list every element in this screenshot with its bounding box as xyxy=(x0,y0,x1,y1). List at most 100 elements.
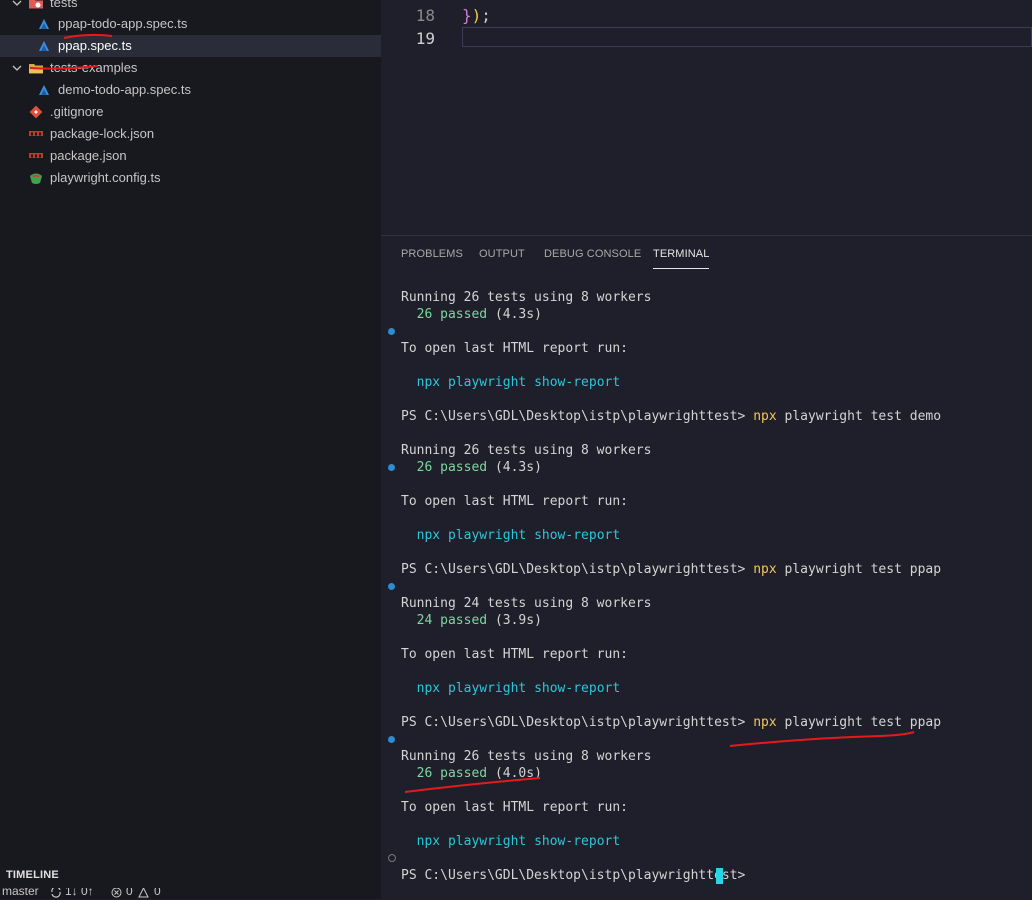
cmd-npx: npx xyxy=(416,375,441,390)
cmd-args: playwright test ppap xyxy=(784,715,942,730)
warning-count[interactable]: 0 xyxy=(154,888,161,898)
tab-terminal[interactable]: TERMINAL xyxy=(653,248,710,269)
command-decoration-dot[interactable] xyxy=(388,464,395,471)
terminal-line: npx playwright show-report xyxy=(401,680,621,697)
error-icon[interactable] xyxy=(111,888,122,898)
chevron-down-icon xyxy=(12,65,22,71)
tree-item-label: demo-todo-app.spec.ts xyxy=(58,82,191,97)
tree-item-label: playwright.config.ts xyxy=(50,170,161,185)
command-decoration-dot[interactable] xyxy=(388,583,395,590)
command-decoration-dot-empty[interactable] xyxy=(388,854,396,862)
prompt: PS C:\Users\GDL\Desktop\istp\playwrightt… xyxy=(401,715,746,730)
timeline-section-header[interactable]: TIMELINE xyxy=(0,866,381,884)
playwright-test-file-icon xyxy=(39,85,49,95)
branch-name[interactable]: master xyxy=(2,888,39,898)
terminal-line: 24 passed (3.9s) xyxy=(401,612,542,629)
sync-status[interactable]: 1↓ 0↑ xyxy=(65,888,94,898)
passed-count: 26 passed xyxy=(416,766,488,781)
playwright-logo-icon xyxy=(30,173,42,184)
tree-item-label: .gitignore xyxy=(50,104,104,119)
duration: (4.3s) xyxy=(494,307,542,322)
folder-open-icon xyxy=(29,64,43,74)
line-number: 19 xyxy=(415,29,435,48)
passed-count: 26 passed xyxy=(416,307,488,322)
status-bar: master 1↓ 0↑ 0 0 xyxy=(0,888,381,899)
current-line-highlight[interactable] xyxy=(462,27,1032,47)
cmd-npx: npx xyxy=(753,715,777,730)
tree-item-label: package.json xyxy=(50,148,127,163)
terminal-line: npx playwright show-report xyxy=(401,833,621,850)
cmd-npx: npx xyxy=(416,834,441,849)
duration: (4.3s) xyxy=(494,460,542,475)
cmd-playwright: playwright xyxy=(447,681,527,696)
terminal-prompt-line: PS C:\Users\GDL\Desktop\istp\playwrightt… xyxy=(401,714,941,731)
playwright-test-file-icon xyxy=(39,41,49,51)
cmd-playwright: playwright xyxy=(447,528,527,543)
command-decoration-dot[interactable] xyxy=(388,328,395,335)
terminal-cursor xyxy=(716,868,723,884)
prompt: PS C:\Users\GDL\Desktop\istp\playwrightt… xyxy=(401,868,746,883)
tab-problems[interactable]: PROBLEMS xyxy=(401,248,463,268)
playwright-test-file-icon xyxy=(39,19,49,29)
cmd-show-report: show-report xyxy=(534,528,621,543)
duration: (3.9s) xyxy=(494,613,542,628)
terminal-line: To open last HTML report run: xyxy=(401,647,628,662)
tree-item-package-lock-json[interactable]: package-lock.json xyxy=(0,123,381,145)
passed-count: 26 passed xyxy=(416,460,488,475)
terminal-line: 26 passed (4.3s) xyxy=(401,306,542,323)
tree-item-gitignore[interactable]: .gitignore xyxy=(0,101,381,123)
cmd-npx: npx xyxy=(416,528,441,543)
code-editor[interactable]: 18 19 }); xyxy=(381,0,1032,235)
terminal-prompt-line: PS C:\Users\GDL\Desktop\istp\playwrightt… xyxy=(401,408,941,425)
tree-item-tests-examples[interactable]: tests-examples xyxy=(0,57,381,79)
terminal-line: To open last HTML report run: xyxy=(401,341,628,356)
sync-icon[interactable] xyxy=(50,888,62,898)
terminal-line: npx playwright show-report xyxy=(401,527,621,544)
tree-item-playwright-config[interactable]: playwright.config.ts xyxy=(0,167,381,189)
cmd-args: playwright test demo xyxy=(784,409,942,424)
tree-item-label: package-lock.json xyxy=(50,126,155,141)
tree-item-label: ppap-todo-app.spec.ts xyxy=(58,16,188,31)
error-count[interactable]: 0 xyxy=(126,888,133,898)
terminal-line: 26 passed (4.3s) xyxy=(401,459,542,476)
terminal-line: npx playwright show-report xyxy=(401,374,621,391)
cmd-args: playwright test ppap xyxy=(784,562,942,577)
tab-output[interactable]: OUTPUT xyxy=(479,248,525,268)
tab-debug-console[interactable]: DEBUG CONSOLE xyxy=(544,248,641,268)
tree-item-ppap-spec[interactable]: ppap.spec.ts xyxy=(0,35,381,57)
passed-count: 24 passed xyxy=(416,613,488,628)
warning-icon[interactable] xyxy=(138,888,149,898)
bottom-panel: PROBLEMS OUTPUT DEBUG CONSOLE TERMINAL R… xyxy=(381,235,1032,900)
tree-item-ppap-todo-app-spec[interactable]: ppap-todo-app.spec.ts xyxy=(0,13,381,35)
tree-item-tests[interactable]: tests xyxy=(0,0,381,14)
terminal-line: Running 26 tests using 8 workers xyxy=(401,443,652,458)
terminal-prompt-line: PS C:\Users\GDL\Desktop\istp\playwrightt… xyxy=(401,561,941,578)
terminal-prompt-line[interactable]: PS C:\Users\GDL\Desktop\istp\playwrightt… xyxy=(401,867,745,884)
terminal-line: To open last HTML report run: xyxy=(401,800,628,815)
cmd-show-report: show-report xyxy=(534,834,621,849)
cmd-playwright: playwright xyxy=(447,834,527,849)
tree-item-demo-todo-app-spec[interactable]: demo-todo-app.spec.ts xyxy=(0,79,381,101)
tree-item-package-json[interactable]: package.json xyxy=(0,145,381,167)
chevron-down-icon xyxy=(12,0,22,6)
explorer-sidebar: tests ppap-todo-app.spec.ts ppap.spec.ts… xyxy=(0,0,381,899)
cmd-show-report: show-report xyxy=(534,375,621,390)
npm-icon xyxy=(29,131,43,136)
cmd-show-report: show-report xyxy=(534,681,621,696)
cmd-npx: npx xyxy=(753,409,777,424)
prompt: PS C:\Users\GDL\Desktop\istp\playwrightt… xyxy=(401,409,746,424)
duration: (4.0s) xyxy=(494,766,542,781)
command-decoration-dot[interactable] xyxy=(388,736,395,743)
cmd-playwright: playwright xyxy=(447,375,527,390)
test-folder-icon xyxy=(29,0,43,9)
terminal-line: Running 26 tests using 8 workers xyxy=(401,290,652,305)
git-icon xyxy=(29,105,43,119)
cmd-npx: npx xyxy=(753,562,777,577)
terminal-line: Running 26 tests using 8 workers xyxy=(401,749,652,764)
tree-item-label: ppap.spec.ts xyxy=(58,38,132,53)
prompt: PS C:\Users\GDL\Desktop\istp\playwrightt… xyxy=(401,562,746,577)
tree-item-label: tests-examples xyxy=(50,60,138,75)
code-line[interactable]: }); xyxy=(462,6,491,25)
terminal-line: 26 passed (4.0s) xyxy=(401,765,542,782)
terminal-line: To open last HTML report run: xyxy=(401,494,628,509)
